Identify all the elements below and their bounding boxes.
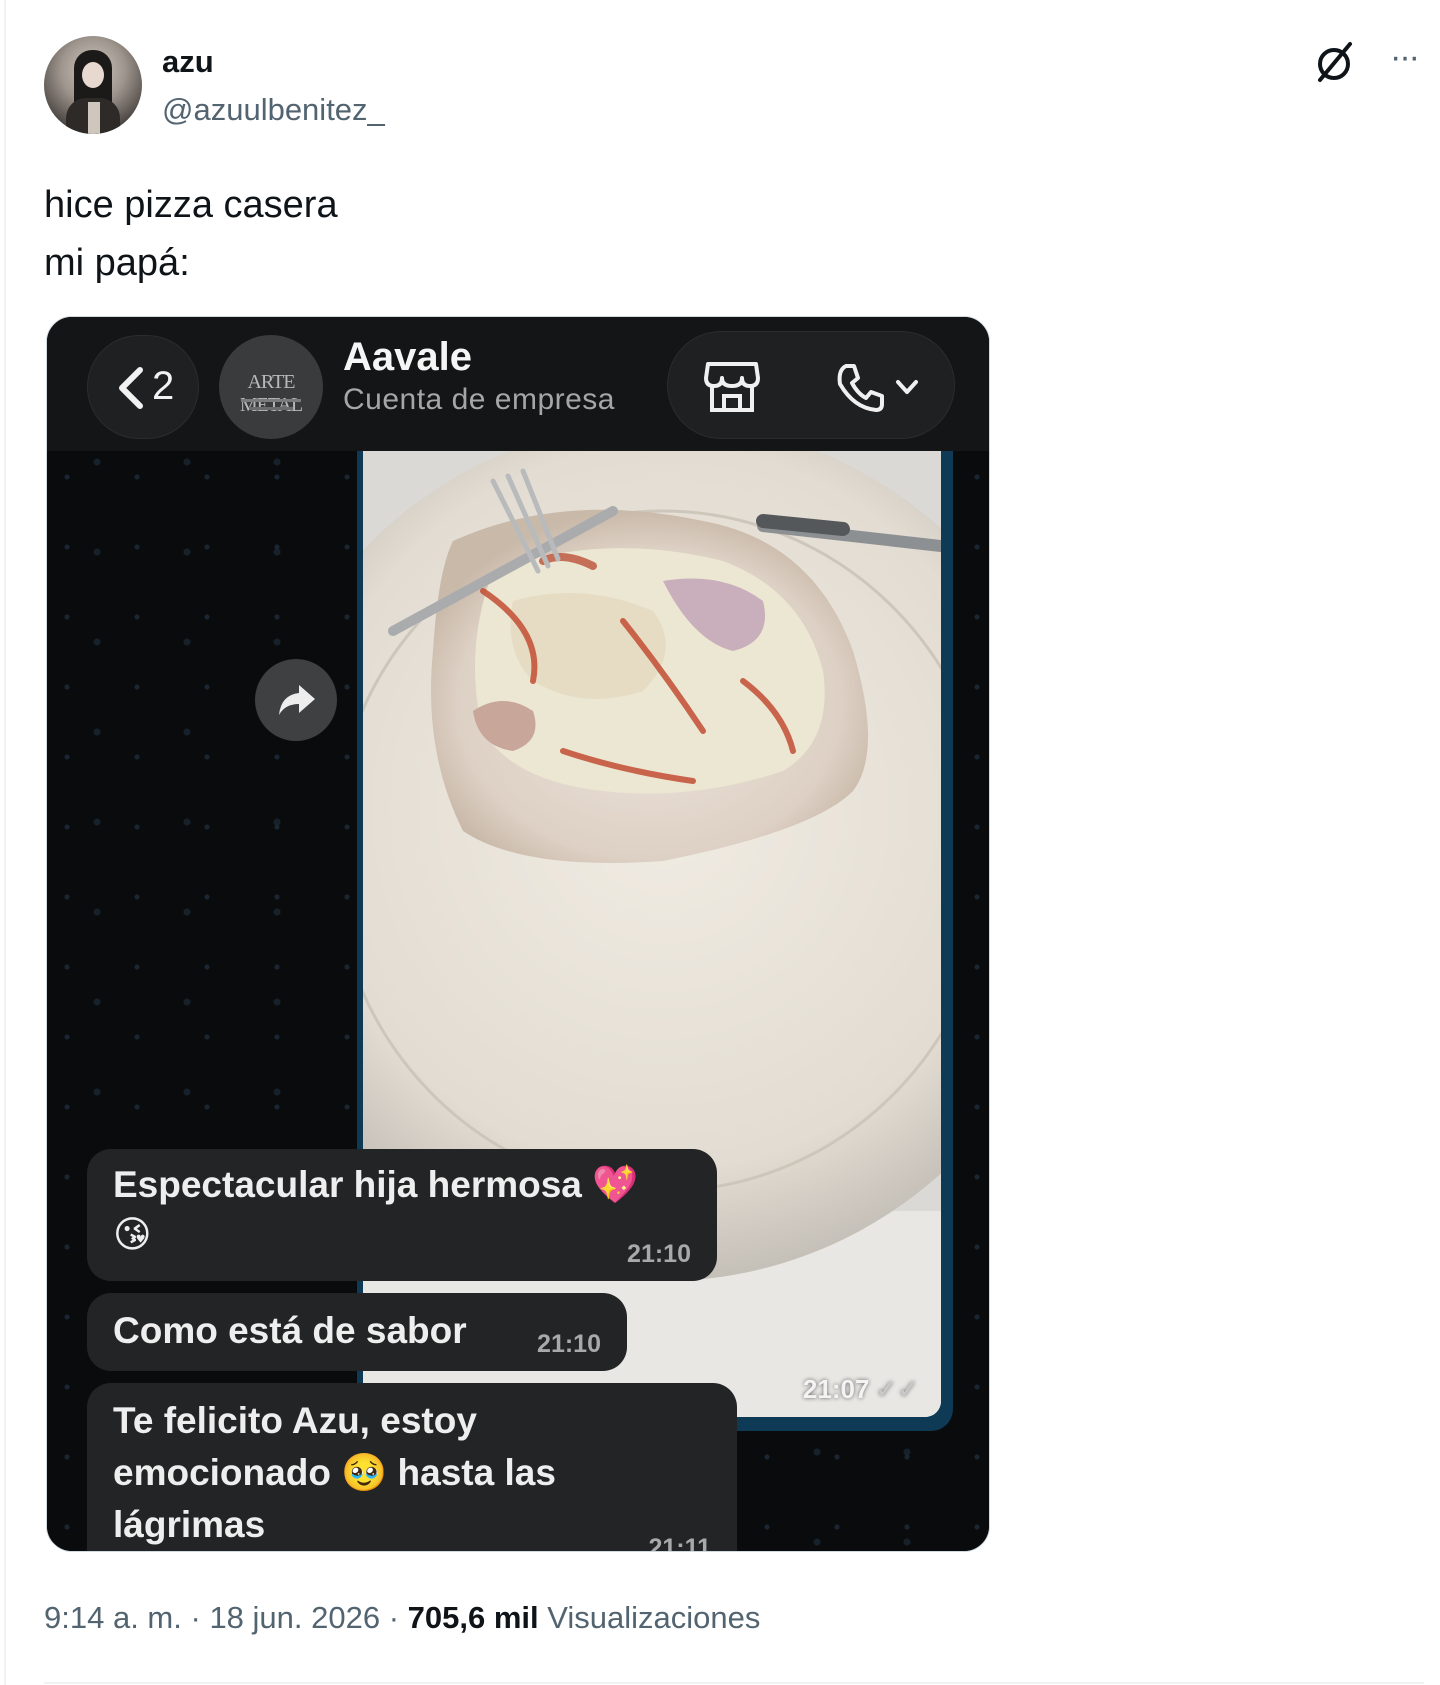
display-name[interactable]: azu <box>162 44 214 80</box>
avatar[interactable] <box>44 36 142 134</box>
tweet-header: azu @azuulbenitez_ ··· <box>44 36 1424 136</box>
received-message[interactable]: Como está de sabor 21:10 <box>87 1293 627 1371</box>
phone-icon[interactable] <box>832 360 888 416</box>
chevron-left-icon <box>119 367 143 409</box>
message-time: 21:10 <box>627 1240 691 1268</box>
tweet-line: mi papá: <box>44 242 190 284</box>
tweet-text: hice pizza casera mi papá: <box>44 176 338 292</box>
tweet-line: hice pizza casera <box>44 184 338 226</box>
read-ticks-icon: ✓✓ <box>875 1374 919 1404</box>
left-border <box>4 0 6 1685</box>
meta-separator: · <box>190 1600 201 1635</box>
views-count: 705,6 mil <box>407 1600 539 1635</box>
divider <box>44 1682 1424 1684</box>
grok-icon[interactable] <box>1312 40 1356 84</box>
forward-icon <box>279 685 315 715</box>
unread-count: 2 <box>152 364 175 408</box>
message-line: Como está de sabor <box>113 1310 467 1351</box>
chat-avatar-logo: ARTE METAL <box>239 371 303 416</box>
more-icon[interactable]: ··· <box>1384 40 1424 82</box>
chat-actions <box>667 331 955 439</box>
meta-separator: · <box>388 1600 400 1635</box>
chevron-down-icon[interactable] <box>894 374 920 400</box>
photo-time: 21:07 ✓✓ <box>803 1374 919 1405</box>
store-icon[interactable] <box>702 356 762 416</box>
message-line: Te felicito Azu, estoy <box>113 1400 477 1441</box>
received-message[interactable]: Te felicito Azu, estoy emocionado 🥹 hast… <box>87 1383 737 1552</box>
message-line: 😘 <box>113 1214 152 1255</box>
message-line: emocionado 🥹 hasta las <box>113 1452 556 1493</box>
views-label: Visualizaciones <box>547 1600 761 1635</box>
message-time: 21:11 <box>648 1534 711 1552</box>
tweet-media[interactable]: 2 ARTE METAL Aavale Cuenta de empresa 21… <box>46 316 990 1552</box>
chat-avatar[interactable]: ARTE METAL <box>219 335 323 439</box>
received-message[interactable]: Espectacular hija hermosa 💖 😘 21:10 <box>87 1149 717 1281</box>
user-handle[interactable]: @azuulbenitez_ <box>162 92 385 128</box>
chat-subtitle: Cuenta de empresa <box>343 383 615 416</box>
tweet-time[interactable]: 9:14 a. m. <box>44 1600 182 1635</box>
message-line: Espectacular hija hermosa 💖 <box>113 1164 639 1205</box>
back-button[interactable]: 2 <box>87 335 199 439</box>
message-time: 21:10 <box>537 1330 601 1358</box>
tweet-meta: 9:14 a. m. · 18 jun. 2026 · 705,6 mil Vi… <box>44 1600 760 1636</box>
forward-button[interactable] <box>255 659 337 741</box>
chat-header: 2 ARTE METAL Aavale Cuenta de empresa <box>47 317 989 451</box>
message-line: lágrimas <box>113 1504 266 1545</box>
tweet-date[interactable]: 18 jun. 2026 <box>209 1600 380 1635</box>
chat-name[interactable]: Aavale <box>343 335 472 380</box>
photo-timestamp: 21:07 <box>802 1374 870 1404</box>
sent-photo-message[interactable]: 21:07 ✓✓ <box>357 451 953 1431</box>
